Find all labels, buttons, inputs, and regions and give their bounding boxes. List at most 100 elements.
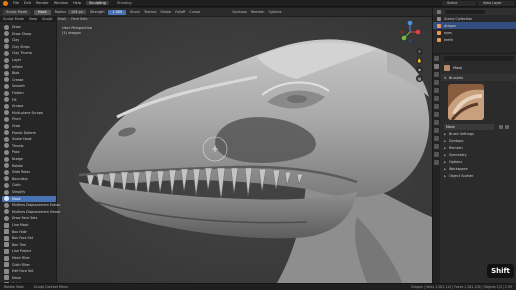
tool-boundary[interactable]: Boundary <box>2 176 56 182</box>
outliner-row[interactable]: dragon <box>433 22 516 29</box>
physics-tab-icon[interactable] <box>434 128 439 133</box>
tool-draw[interactable]: Draw <box>2 24 56 30</box>
viewport-sculpt-menu[interactable]: Sculpt <box>42 17 53 21</box>
tool-edit-face-set[interactable]: Edit Face Set <box>2 268 56 274</box>
tool-draw-face-sets[interactable]: Draw Face Sets <box>2 215 56 221</box>
cursor-menu[interactable]: Cursor <box>189 10 200 14</box>
3d-viewport[interactable] <box>57 17 432 283</box>
world-tab-icon[interactable] <box>434 104 439 109</box>
tool-cloth-filter[interactable]: Cloth Filter <box>2 262 56 268</box>
fake-user-icon[interactable] <box>499 125 503 129</box>
brush-menu[interactable]: Brush <box>130 10 140 14</box>
texture-menu[interactable]: Texture <box>144 10 156 14</box>
tool-box-face-set[interactable]: Box Face Set <box>2 235 56 241</box>
texture-tab-icon[interactable] <box>434 160 439 165</box>
strength-value[interactable]: 1.000 <box>108 9 127 15</box>
scene-selector[interactable]: Scene <box>442 1 476 6</box>
tool-move[interactable]: Move <box>2 275 56 281</box>
tool-thumb[interactable]: Thumb <box>2 143 56 149</box>
viewport-mode-menu[interactable]: Sculpt Mode <box>3 17 24 21</box>
falloff-menu[interactable]: Falloff <box>175 10 185 14</box>
outliner-row[interactable]: Scene Collection <box>433 15 516 22</box>
tool-nudge[interactable]: Nudge <box>2 156 56 162</box>
brushes-panel-header[interactable]: ▼ Brushes <box>441 74 516 81</box>
panel-remesh[interactable]: ▶ Remesh <box>441 144 516 151</box>
render-tab-icon[interactable] <box>434 72 439 77</box>
tool-clay-strips[interactable]: Clay Strips <box>2 44 56 50</box>
tool-box-hide[interactable]: Box Hide <box>2 229 56 235</box>
tool-elastic-deform[interactable]: Elastic Deform <box>2 130 56 136</box>
view-layer-selector[interactable]: View Layer <box>478 1 514 6</box>
object-tab-icon[interactable] <box>434 112 439 117</box>
viewport-mask-menu[interactable]: Mask <box>58 17 67 21</box>
tool-layer[interactable]: Layer <box>2 57 56 63</box>
navigation-gizmo-icon[interactable] <box>398 20 422 44</box>
grid-icon[interactable]: ▦ <box>416 75 423 82</box>
tool-line-project[interactable]: Line Project <box>2 248 56 254</box>
menu-file[interactable]: File <box>13 1 19 5</box>
constraint-tab-icon[interactable] <box>434 136 439 141</box>
tool-inflate[interactable]: Inflate <box>2 64 56 70</box>
menu-edit[interactable]: Edit <box>24 1 31 5</box>
brush-selector[interactable]: Mask <box>33 9 51 15</box>
active-tool-tab-icon[interactable] <box>434 64 439 69</box>
radius-value[interactable]: 104 px <box>68 10 86 14</box>
tool-multi-plane-scrape[interactable]: Multi-plane Scrape <box>2 110 56 116</box>
viewport-view-menu[interactable]: View <box>29 17 37 21</box>
brush-preview-thumbnail[interactable] <box>448 84 484 121</box>
outliner-row[interactable]: teeth <box>433 36 516 43</box>
tool-smooth[interactable]: Smooth <box>2 83 56 89</box>
tool-flatten[interactable]: Flatten <box>2 90 56 96</box>
tool-clay[interactable]: Clay <box>2 37 56 43</box>
tool-blob[interactable]: Blob <box>2 70 56 76</box>
tool-rotate[interactable]: Rotate <box>2 163 56 169</box>
tool-scrape[interactable]: Scrape <box>2 103 56 109</box>
tool-settings-tab-icon[interactable] <box>434 56 439 61</box>
tab-shading[interactable]: Shading <box>114 1 135 5</box>
tool-slide-relax[interactable]: Slide Relax <box>2 169 56 175</box>
tool-draw-sharp[interactable]: Draw Sharp <box>2 31 56 37</box>
material-tab-icon[interactable] <box>434 152 439 157</box>
tool-pose[interactable]: Pose <box>2 149 56 155</box>
panel-dyntopo[interactable]: ▶ Dyntopo <box>441 137 516 144</box>
duplicate-brush-icon[interactable] <box>505 125 509 129</box>
output-tab-icon[interactable] <box>434 80 439 85</box>
tool-multires-displacement-eraser[interactable]: Multires Displacement Eraser <box>2 202 60 208</box>
viewport-facesets-menu[interactable]: Face Sets <box>71 17 87 21</box>
tool-mesh-filter[interactable]: Mesh Filter <box>2 255 56 261</box>
camera-icon[interactable]: ▪ <box>416 66 423 73</box>
radius-field[interactable]: Radius 104 px <box>55 10 86 14</box>
tool-snake-hook[interactable]: Snake Hook <box>2 136 56 142</box>
tool-grab[interactable]: Grab <box>2 123 56 129</box>
tool-pinch[interactable]: Pinch <box>2 116 56 122</box>
view-layer-tab-icon[interactable] <box>434 88 439 93</box>
options-menu[interactable]: Options <box>268 10 281 14</box>
tool-clay-thumb[interactable]: Clay Thumb <box>2 50 56 56</box>
panel-workspace[interactable]: ▶ Workspace <box>441 165 516 172</box>
panel-brush-settings[interactable]: ▶ Brush Settings <box>441 130 516 137</box>
tool-crease[interactable]: Crease <box>2 77 56 83</box>
tool-multires-displacement-smear[interactable]: Multires Displacement Smear <box>2 209 61 215</box>
data-tab-icon[interactable] <box>434 144 439 149</box>
menu-window[interactable]: Window <box>54 1 68 5</box>
tool-box-trim[interactable]: Box Trim <box>2 242 56 248</box>
outliner-row[interactable]: eyes <box>433 29 516 36</box>
stroke-menu[interactable]: Stroke <box>160 10 171 14</box>
panel-options[interactable]: ▶ Options <box>441 158 516 165</box>
panel-object-scatter[interactable]: ▶ Object Scatter <box>441 172 516 179</box>
menu-help[interactable]: Help <box>73 1 81 5</box>
scene-tab-icon[interactable] <box>434 96 439 101</box>
outliner-search-input[interactable] <box>445 9 485 14</box>
tool-mask[interactable]: Mask <box>2 195 56 202</box>
tool-line-mask[interactable]: Line Mask <box>2 222 56 228</box>
panel-symmetry[interactable]: ▶ Symmetry <box>441 151 516 158</box>
modifier-tab-icon[interactable] <box>434 120 439 125</box>
tab-sculpting[interactable]: Sculpting <box>86 1 109 5</box>
properties-search-input[interactable] <box>444 56 514 61</box>
tool-cloth[interactable]: Cloth <box>2 182 56 188</box>
blender-logo-icon[interactable] <box>3 0 8 6</box>
pan-hand-icon[interactable]: ✋ <box>416 57 423 64</box>
remesh-menu[interactable]: Remesh <box>251 10 265 14</box>
mode-dropdown[interactable]: Sculpt Mode <box>3 9 30 15</box>
filter-icon[interactable] <box>437 9 441 14</box>
